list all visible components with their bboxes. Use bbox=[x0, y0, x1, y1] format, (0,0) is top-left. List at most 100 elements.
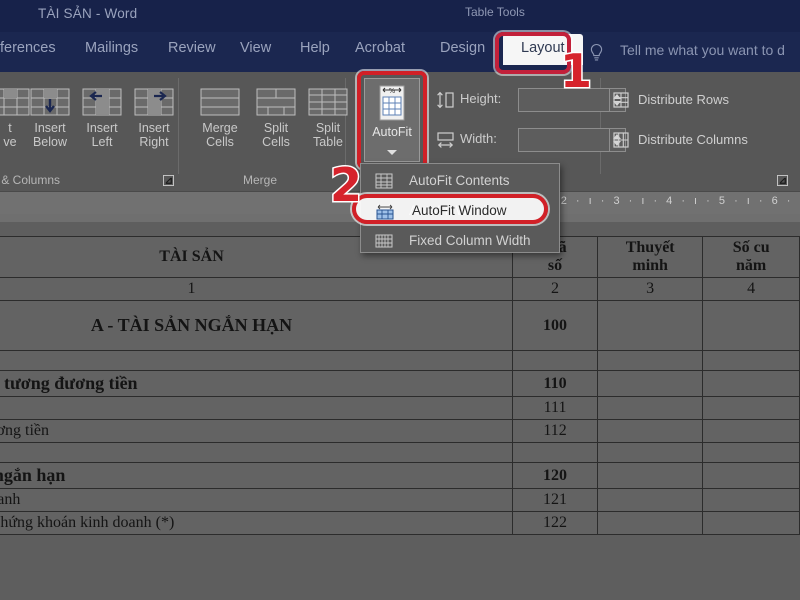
row-so-cuoi bbox=[703, 301, 800, 351]
title-bar: TÀI SẢN - Word Table Tools bbox=[0, 0, 800, 32]
row-name: ền và các khoản tương đương tiền bbox=[0, 371, 513, 397]
menu-item-label: AutoFit Window bbox=[412, 203, 507, 218]
row-thuyet-minh bbox=[598, 397, 703, 420]
insert-column-right-icon bbox=[134, 86, 174, 118]
row-name bbox=[0, 351, 513, 371]
row-so-cuoi bbox=[703, 443, 800, 463]
row-name: ự phòng giảm giá chứng khoán kinh doanh … bbox=[0, 512, 513, 535]
rows-columns-dialog-launcher-icon[interactable] bbox=[163, 175, 174, 186]
merge-cells-icon bbox=[200, 86, 240, 118]
distribute-columns-label: Distribute Columns bbox=[638, 132, 748, 147]
ruler-marks: · 2 · ı · 3 · ı · 4 · ı · 5 · ı · 6 · bbox=[548, 195, 793, 207]
insert-column-left-icon bbox=[82, 86, 122, 118]
menu-item-autofit-contents[interactable]: AutoFit Contents bbox=[361, 166, 561, 196]
insert-below-label: Insert Below bbox=[22, 121, 78, 149]
tell-me-search[interactable]: Tell me what you want to d bbox=[620, 42, 785, 58]
row-so-cuoi bbox=[703, 371, 800, 397]
step-1-badge: 1 bbox=[560, 48, 592, 94]
number-cell-so-cuoi: 4 bbox=[703, 278, 800, 301]
autofit-window-highlight[interactable]: AutoFit Window bbox=[352, 194, 548, 224]
document-title: TÀI SẢN - Word bbox=[38, 6, 137, 21]
table-row: ác khoản tương đương tiền 112 bbox=[0, 420, 800, 443]
number-cell-name: 1 bbox=[0, 278, 513, 301]
autofit-window-icon bbox=[376, 203, 394, 221]
tab-references[interactable]: ferences bbox=[0, 40, 56, 56]
row-ma-so bbox=[513, 351, 598, 371]
table-row: ền và các khoản tương đương tiền 110 bbox=[0, 371, 800, 397]
distribute-rows-label: Distribute Rows bbox=[638, 92, 729, 107]
tab-help[interactable]: Help bbox=[300, 40, 330, 56]
menu-item-label: AutoFit Contents bbox=[409, 173, 510, 188]
column-width-icon bbox=[436, 130, 456, 150]
split-cells-icon bbox=[256, 86, 296, 118]
row-height-control[interactable]: Height: bbox=[434, 88, 634, 112]
row-thuyet-minh bbox=[598, 301, 703, 351]
group-label-merge: Merge bbox=[243, 173, 277, 187]
insert-right-label: Insert Right bbox=[126, 121, 182, 149]
contextual-tools-label: Table Tools bbox=[465, 5, 525, 19]
row-so-cuoi bbox=[703, 420, 800, 443]
row-name: ền bbox=[0, 397, 513, 420]
document-page: TÀI SẢN Mã số Thuyết minh Số cu năm 1 2 … bbox=[0, 222, 800, 600]
tab-review[interactable]: Review bbox=[168, 40, 216, 56]
row-height-label: Height: bbox=[460, 91, 501, 106]
column-width-input[interactable] bbox=[518, 128, 610, 152]
column-width-control[interactable]: Width: bbox=[434, 128, 634, 152]
distribute-rows-icon bbox=[612, 90, 632, 110]
insert-left-button[interactable]: Insert Left bbox=[74, 86, 130, 149]
row-ma-so: 112 bbox=[513, 420, 598, 443]
number-cell-ma-so: 2 bbox=[513, 278, 598, 301]
word-application-window: TÀI SẢN - Word Table Tools ferences Mail… bbox=[0, 0, 800, 600]
row-thuyet-minh bbox=[598, 351, 703, 371]
tab-design[interactable]: Design bbox=[440, 40, 485, 56]
header-cell-thuyet-minh: Thuyết minh bbox=[598, 237, 703, 278]
menu-item-fixed-column-width[interactable]: Fixed Column Width bbox=[361, 226, 561, 256]
header-cell-so-cuoi: Số cu năm bbox=[703, 237, 800, 278]
split-cells-button[interactable]: Split Cells bbox=[248, 86, 304, 149]
number-cell-thuyet-minh: 3 bbox=[598, 278, 703, 301]
autofit-highlight-box bbox=[357, 71, 427, 169]
table-row: ầu tư tài chính ngắn hạn 120 bbox=[0, 463, 800, 489]
row-so-cuoi bbox=[703, 489, 800, 512]
table-row bbox=[0, 443, 800, 463]
row-so-cuoi bbox=[703, 397, 800, 420]
column-width-label: Width: bbox=[460, 131, 497, 146]
row-name: A - TÀI SẢN NGẮN HẠN bbox=[0, 301, 513, 351]
row-thuyet-minh bbox=[598, 463, 703, 489]
row-ma-so: 120 bbox=[513, 463, 598, 489]
split-cells-label: Split Cells bbox=[248, 121, 304, 149]
row-name bbox=[0, 443, 513, 463]
row-height-icon bbox=[436, 90, 456, 110]
insert-right-button[interactable]: Insert Right bbox=[126, 86, 182, 149]
row-name: ầu tư tài chính ngắn hạn bbox=[0, 463, 513, 489]
row-name: ác khoản tương đương tiền bbox=[0, 420, 513, 443]
tab-acrobat[interactable]: Acrobat bbox=[355, 40, 405, 56]
split-table-label: Split Table bbox=[300, 121, 356, 149]
merge-cells-button[interactable]: Merge Cells bbox=[192, 86, 248, 149]
step-2-badge: 2 bbox=[330, 162, 362, 208]
table-row: ền 111 bbox=[0, 397, 800, 420]
split-table-button[interactable]: Split Table bbox=[300, 86, 356, 149]
row-thuyet-minh bbox=[598, 371, 703, 397]
row-ma-so: 111 bbox=[513, 397, 598, 420]
row-thuyet-minh bbox=[598, 512, 703, 535]
cell-size-dialog-launcher-icon[interactable] bbox=[777, 175, 788, 186]
tab-mailings[interactable]: Mailings bbox=[85, 40, 138, 56]
table-number-row: 1 2 3 4 bbox=[0, 278, 800, 301]
row-ma-so bbox=[513, 443, 598, 463]
row-ma-so: 110 bbox=[513, 371, 598, 397]
insert-left-label: Insert Left bbox=[74, 121, 130, 149]
row-ma-so: 121 bbox=[513, 489, 598, 512]
table-row bbox=[0, 351, 800, 371]
split-table-icon bbox=[308, 86, 348, 118]
table-row: A - TÀI SẢN NGẮN HẠN 100 bbox=[0, 301, 800, 351]
fixed-column-width-icon bbox=[375, 232, 393, 250]
insert-below-button[interactable]: Insert Below bbox=[22, 86, 78, 149]
tab-view[interactable]: View bbox=[240, 40, 271, 56]
document-canvas: TÀI SẢN Mã số Thuyết minh Số cu năm 1 2 … bbox=[0, 214, 800, 600]
row-so-cuoi bbox=[703, 512, 800, 535]
menu-item-label: Fixed Column Width bbox=[409, 233, 531, 248]
insert-row-below-icon bbox=[30, 86, 70, 118]
table-row: ứng khoán kinh doanh 121 bbox=[0, 489, 800, 512]
row-so-cuoi bbox=[703, 463, 800, 489]
